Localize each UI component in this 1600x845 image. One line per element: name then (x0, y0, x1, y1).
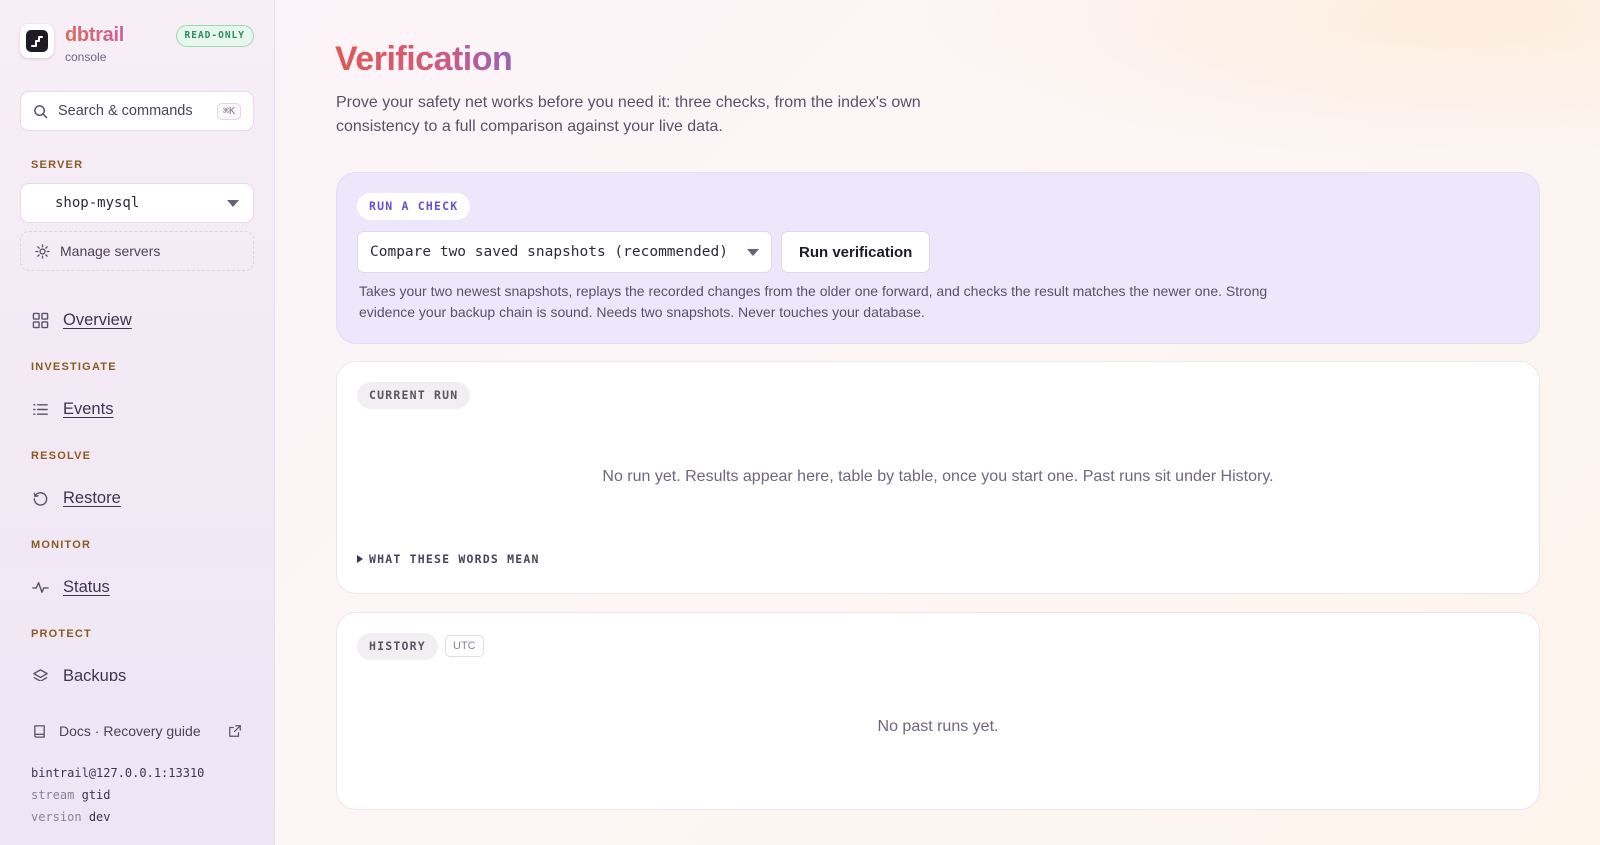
list-icon (33, 403, 48, 415)
page-description: Prove your safety net works before you n… (336, 94, 921, 135)
background-glow (900, 0, 1600, 160)
server-select-value: shop-mysql (55, 195, 140, 211)
sidebar-scroll-clip: Backups (0, 660, 275, 681)
history-card: HISTORY UTC No past runs yet. (336, 612, 1540, 810)
version-info: version dev (31, 810, 111, 824)
stream-key: stream (31, 788, 75, 802)
main-content: Verification Prove your safety net works… (275, 0, 1600, 845)
disclosure-triangle-icon (357, 555, 363, 563)
pulse-icon (32, 581, 49, 593)
server-section-label: SERVER (31, 159, 84, 171)
stream-info: stream gtid (31, 788, 111, 802)
connection-string: bintrail@127.0.0.1:13310 (31, 766, 205, 780)
history-empty-message: No past runs yet. (877, 718, 999, 735)
chevron-down-icon (227, 199, 239, 207)
glossary-toggle-label: WHAT THESE WORDS MEAN (369, 552, 540, 566)
run-check-card: RUN A CHECK Compare two saved snapshots … (336, 172, 1540, 344)
nav-item-restore[interactable]: Restore (32, 485, 121, 511)
manage-servers-button[interactable]: Manage servers (20, 231, 254, 271)
search-shortcut: ⌘K (216, 102, 241, 120)
nav-item-label: Status (63, 577, 110, 596)
app-logo[interactable] (20, 24, 54, 58)
nav-item-label: Overview (63, 310, 132, 329)
manage-servers-label: Manage servers (60, 243, 161, 259)
version-key: version (31, 810, 82, 824)
grid-icon (32, 312, 49, 328)
check-type-value: Compare two saved snapshots (recommended… (370, 244, 728, 260)
connection-info: bintrail@127.0.0.1:13310 (31, 766, 204, 780)
layers-icon (33, 668, 48, 681)
nav-item-status[interactable]: Status (32, 574, 110, 600)
book-icon (34, 724, 45, 738)
timezone-badge: UTC (445, 635, 484, 657)
stream-value: gtid (81, 788, 111, 802)
brand-name: dbtrail (65, 24, 125, 46)
check-type-select[interactable]: Compare two saved snapshots (recommended… (357, 231, 772, 273)
section-label-monitor: MONITOR (31, 539, 92, 551)
current-run-card: CURRENT RUN No run yet. Results appear h… (336, 361, 1540, 594)
search-commands-button[interactable]: Search & commands ⌘K (20, 91, 254, 131)
nav-item-backups[interactable]: Backups (32, 663, 126, 681)
server-select[interactable]: shop-mysql (20, 183, 254, 223)
current-run-empty-message: No run yet. Results appear here, table b… (602, 468, 1274, 485)
nav-item-label: Backups (63, 666, 127, 682)
trail-logo-icon (26, 30, 48, 52)
section-label-investigate: INVESTIGATE (31, 361, 117, 373)
run-verification-button[interactable]: Run verification (781, 231, 931, 273)
docs-link-label: Docs · Recovery guide (59, 723, 201, 739)
brand: dbtrail console READ-ONLY (20, 24, 254, 68)
current-run-label: CURRENT RUN (357, 382, 471, 409)
glossary-toggle[interactable]: WHAT THESE WORDS MEAN (357, 552, 540, 566)
history-icon (33, 491, 48, 506)
external-link-icon (229, 725, 241, 737)
version-value: dev (88, 810, 111, 824)
chevron-down-icon (747, 248, 759, 256)
nav-item-label: Restore (63, 488, 121, 507)
sidebar: dbtrail console READ-ONLY Search & comma… (0, 0, 275, 845)
search-icon (34, 104, 48, 118)
nav-item-overview[interactable]: Overview (32, 307, 132, 333)
section-label-resolve: RESOLVE (31, 450, 92, 462)
read-only-badge: READ-ONLY (175, 25, 254, 47)
nav-item-events[interactable]: Events (32, 396, 113, 422)
section-label-protect: PROTECT (31, 628, 92, 640)
search-label: Search & commands (58, 103, 193, 119)
check-help-text: Takes your two newest snapshots, replays… (359, 283, 1268, 320)
docs-recovery-guide-link[interactable]: Docs · Recovery guide (32, 720, 242, 742)
gear-icon (35, 243, 50, 259)
page-title: Verification (335, 40, 513, 78)
run-check-label: RUN A CHECK (357, 193, 471, 220)
nav-item-label: Events (63, 399, 114, 418)
brand-subtitle: console (65, 50, 107, 64)
history-label: HISTORY (357, 633, 438, 660)
